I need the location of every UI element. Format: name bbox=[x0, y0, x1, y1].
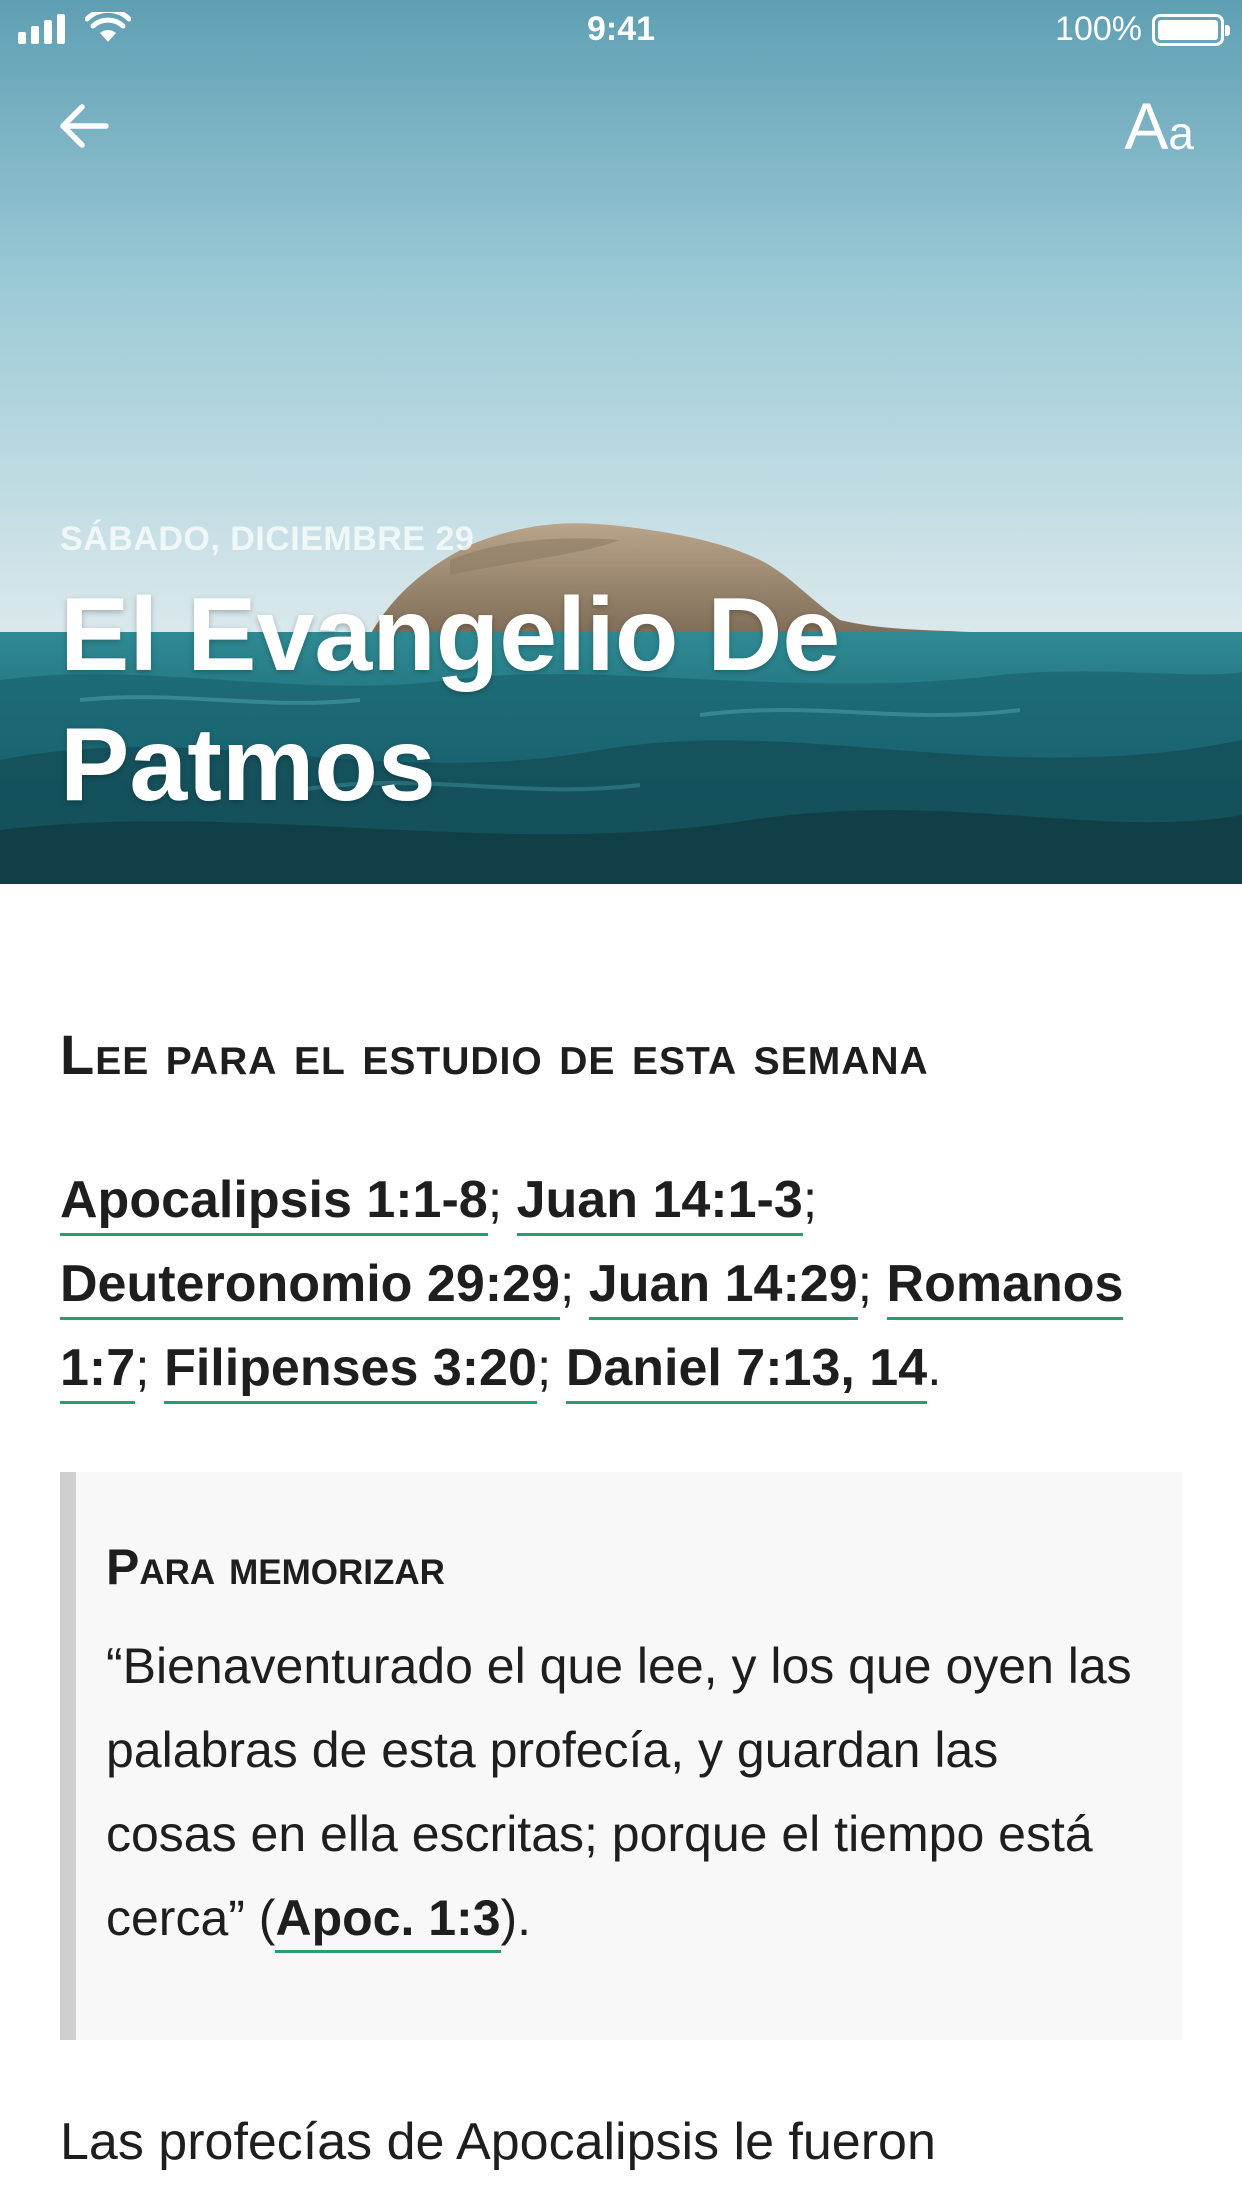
back-button[interactable] bbox=[48, 90, 120, 162]
separator: ; bbox=[536, 1339, 566, 1397]
reading-link[interactable]: Daniel 7:13, 14 bbox=[565, 1339, 928, 1404]
separator: ; bbox=[559, 1255, 589, 1313]
font-size-button[interactable]: A a bbox=[1124, 88, 1194, 168]
memory-verse-text: “Bienaventurado el que lee, y los que oy… bbox=[106, 1624, 1142, 1960]
memory-quote: “Bienaventurado el que lee, y los que oy… bbox=[106, 1638, 1132, 1946]
font-size-icon-big: A bbox=[1124, 89, 1169, 163]
memory-title: Para memorizar bbox=[106, 1539, 445, 1595]
reading-link[interactable]: Juan 14:1-3 bbox=[516, 1171, 803, 1236]
body-paragraph: Las profecías de Apocalipsis le fueron bbox=[60, 2113, 936, 2171]
font-size-icon-small: a bbox=[1168, 107, 1194, 159]
separator: ; bbox=[802, 1171, 818, 1229]
lesson-screen: 9:41 100% A a SÁBADO, DICIEMBRE 29 El Ev… bbox=[0, 0, 1242, 2208]
reading-link[interactable]: Filipenses 3:20 bbox=[164, 1339, 537, 1404]
reading-link[interactable]: Apocalipsis 1:1-8 bbox=[60, 1171, 488, 1236]
memory-verse-box: Para memorizar “Bienaventurado el que le… bbox=[60, 1472, 1182, 2040]
lesson-date: SÁBADO, DICIEMBRE 29 bbox=[60, 520, 475, 558]
readings-list: Apocalipsis 1:1-8; Juan 14:1-3; Deuteron… bbox=[60, 1158, 1182, 1410]
memory-quote-end: ). bbox=[500, 1890, 532, 1946]
status-bar: 9:41 100% bbox=[0, 0, 1242, 60]
arrow-left-icon bbox=[60, 104, 109, 148]
reading-link[interactable]: Deuteronomio 29:29 bbox=[60, 1255, 560, 1320]
end-punct: . bbox=[927, 1339, 942, 1397]
battery-percent: 100% bbox=[1055, 10, 1142, 48]
lesson-title: El Evangelio De Patmos bbox=[60, 577, 841, 823]
lesson-content: Lee para el estudio de esta semana Apoca… bbox=[60, 1010, 1182, 2171]
battery-icon bbox=[1152, 13, 1230, 46]
separator: ; bbox=[135, 1339, 165, 1397]
section-heading: Lee para el estudio de esta semana bbox=[60, 1023, 929, 1086]
separator: ; bbox=[857, 1255, 887, 1313]
status-right: 100% bbox=[1055, 10, 1230, 49]
hero-image: 9:41 100% A a SÁBADO, DICIEMBRE 29 El Ev… bbox=[0, 0, 1242, 884]
memory-reference-link[interactable]: Apoc. 1:3 bbox=[275, 1890, 501, 1953]
separator: ; bbox=[487, 1171, 517, 1229]
reading-link[interactable]: Juan 14:29 bbox=[588, 1255, 858, 1320]
